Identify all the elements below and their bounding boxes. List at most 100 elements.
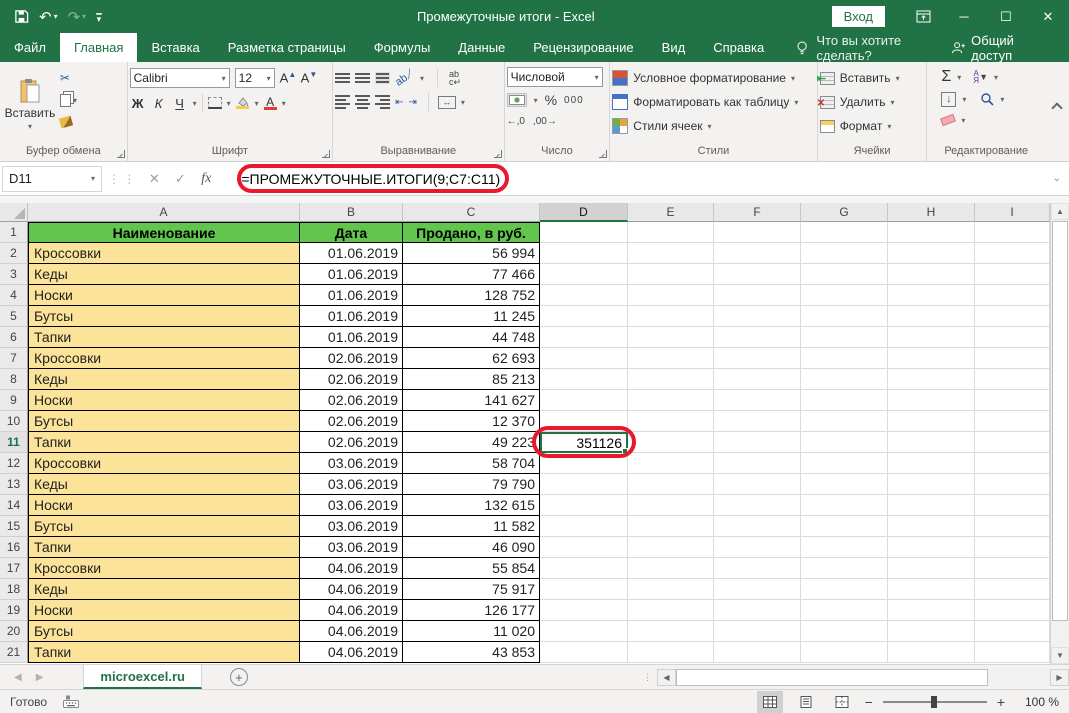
- cell-empty[interactable]: [801, 390, 888, 411]
- row-header[interactable]: 9: [0, 390, 28, 411]
- horizontal-scroll-track[interactable]: [676, 669, 1050, 686]
- autosum-button[interactable]: Σ: [941, 68, 951, 86]
- cell-empty[interactable]: [628, 348, 714, 369]
- cell-name[interactable]: Кеды: [28, 264, 300, 285]
- sort-filter-button[interactable]: АЯ ▼: [973, 70, 988, 84]
- bold-button[interactable]: Ж: [130, 96, 146, 111]
- cell-empty[interactable]: [628, 516, 714, 537]
- cell-date[interactable]: 01.06.2019: [300, 327, 403, 348]
- cell-empty[interactable]: [540, 369, 628, 390]
- cell-empty[interactable]: [975, 243, 1050, 264]
- cell-empty[interactable]: [540, 390, 628, 411]
- row-header[interactable]: 17: [0, 558, 28, 579]
- row-header[interactable]: 10: [0, 411, 28, 432]
- copy-button[interactable]: ▾: [60, 91, 77, 109]
- align-middle-icon[interactable]: [355, 73, 370, 83]
- column-header[interactable]: C: [403, 203, 540, 222]
- accounting-dropdown-icon[interactable]: ▾: [534, 96, 538, 105]
- cell-empty[interactable]: [540, 264, 628, 285]
- expand-formula-bar-icon[interactable]: ⌄: [1053, 173, 1069, 184]
- cell-empty[interactable]: [975, 264, 1050, 285]
- column-header[interactable]: D: [540, 203, 628, 222]
- cell-empty[interactable]: [540, 306, 628, 327]
- format-cells-button[interactable]: Формат ▾: [820, 115, 925, 137]
- cell-value[interactable]: 85 213: [403, 369, 540, 390]
- cell-empty[interactable]: [714, 600, 801, 621]
- cell-empty[interactable]: [801, 369, 888, 390]
- row-header[interactable]: 4: [0, 285, 28, 306]
- cell-name[interactable]: Кроссовки: [28, 348, 300, 369]
- login-button[interactable]: Вход: [832, 6, 885, 27]
- cell-name[interactable]: Кроссовки: [28, 453, 300, 474]
- cell-empty[interactable]: [975, 306, 1050, 327]
- cell-empty[interactable]: [714, 516, 801, 537]
- cell-empty[interactable]: [540, 411, 628, 432]
- paste-button[interactable]: Вставить ▾: [2, 65, 58, 143]
- sheet-tab-microexcel[interactable]: microexcel.ru: [83, 665, 202, 689]
- undo-dropdown-icon[interactable]: ▾: [54, 12, 58, 21]
- cell-empty[interactable]: [888, 432, 975, 453]
- cell-empty[interactable]: [628, 642, 714, 663]
- cell-empty[interactable]: [888, 495, 975, 516]
- row-header[interactable]: 7: [0, 348, 28, 369]
- cell-date[interactable]: 02.06.2019: [300, 348, 403, 369]
- font-dialog-launcher-icon[interactable]: [322, 150, 330, 158]
- cell-empty[interactable]: [801, 579, 888, 600]
- comma-style-button[interactable]: 000: [564, 95, 584, 106]
- select-all-button[interactable]: [0, 203, 28, 222]
- cell-empty[interactable]: [540, 579, 628, 600]
- cell-empty[interactable]: [975, 390, 1050, 411]
- normal-view-button[interactable]: [757, 691, 783, 713]
- cell-name[interactable]: Бутсы: [28, 621, 300, 642]
- cell-name[interactable]: Тапки: [28, 432, 300, 453]
- column-header[interactable]: B: [300, 203, 403, 222]
- cell-empty[interactable]: [975, 516, 1050, 537]
- next-sheet-icon[interactable]: ▶: [36, 672, 44, 683]
- cell-empty[interactable]: [540, 642, 628, 663]
- borders-icon[interactable]: [208, 97, 222, 109]
- cell-empty[interactable]: [801, 474, 888, 495]
- cell-name[interactable]: Кеды: [28, 579, 300, 600]
- cell-empty[interactable]: [628, 390, 714, 411]
- ribbon-tab[interactable]: Вид: [648, 33, 700, 62]
- cell-empty[interactable]: [975, 411, 1050, 432]
- cell-empty[interactable]: [628, 453, 714, 474]
- cell-empty[interactable]: [628, 474, 714, 495]
- cell-empty[interactable]: [975, 600, 1050, 621]
- cell-name[interactable]: Кеды: [28, 369, 300, 390]
- row-header[interactable]: 13: [0, 474, 28, 495]
- cell-empty[interactable]: [801, 306, 888, 327]
- splitter-dots-icon[interactable]: ⋮⋮: [643, 675, 657, 679]
- cell-date[interactable]: 02.06.2019: [300, 432, 403, 453]
- collapse-ribbon-button[interactable]: [1045, 62, 1069, 161]
- cell-value[interactable]: 62 693: [403, 348, 540, 369]
- cell-empty[interactable]: [714, 243, 801, 264]
- cell-value[interactable]: 11 020: [403, 621, 540, 642]
- decrease-font-button[interactable]: А▼: [301, 70, 317, 85]
- cell-styles-button[interactable]: Стили ячеек ▾: [612, 115, 814, 137]
- column-header[interactable]: H: [888, 203, 975, 222]
- font-color-button[interactable]: А: [264, 97, 277, 110]
- cell-c1[interactable]: Продано, в руб.: [403, 222, 540, 243]
- ribbon-tab[interactable]: Файл: [0, 33, 60, 62]
- cell-empty[interactable]: [888, 558, 975, 579]
- cell-name[interactable]: Носки: [28, 600, 300, 621]
- page-break-view-button[interactable]: [829, 691, 855, 713]
- cell-empty[interactable]: [888, 369, 975, 390]
- paste-dropdown-icon[interactable]: ▾: [28, 122, 32, 131]
- cell-value[interactable]: 128 752: [403, 285, 540, 306]
- selected-cell-d11[interactable]: 351126: [540, 432, 628, 453]
- cell-empty[interactable]: [975, 453, 1050, 474]
- save-icon[interactable]: [14, 9, 29, 24]
- ribbon-tab[interactable]: Данные: [444, 33, 519, 62]
- cell-value[interactable]: 44 748: [403, 327, 540, 348]
- cell-date[interactable]: 04.06.2019: [300, 579, 403, 600]
- cell-empty[interactable]: [628, 495, 714, 516]
- merge-center-button[interactable]: ↔: [438, 96, 456, 109]
- cell-empty[interactable]: [714, 453, 801, 474]
- cell-empty[interactable]: [714, 495, 801, 516]
- cell-name[interactable]: Бутсы: [28, 411, 300, 432]
- fill-dropdown-icon[interactable]: ▾: [962, 95, 966, 104]
- number-dialog-launcher-icon[interactable]: [599, 150, 607, 158]
- cell-empty[interactable]: [975, 621, 1050, 642]
